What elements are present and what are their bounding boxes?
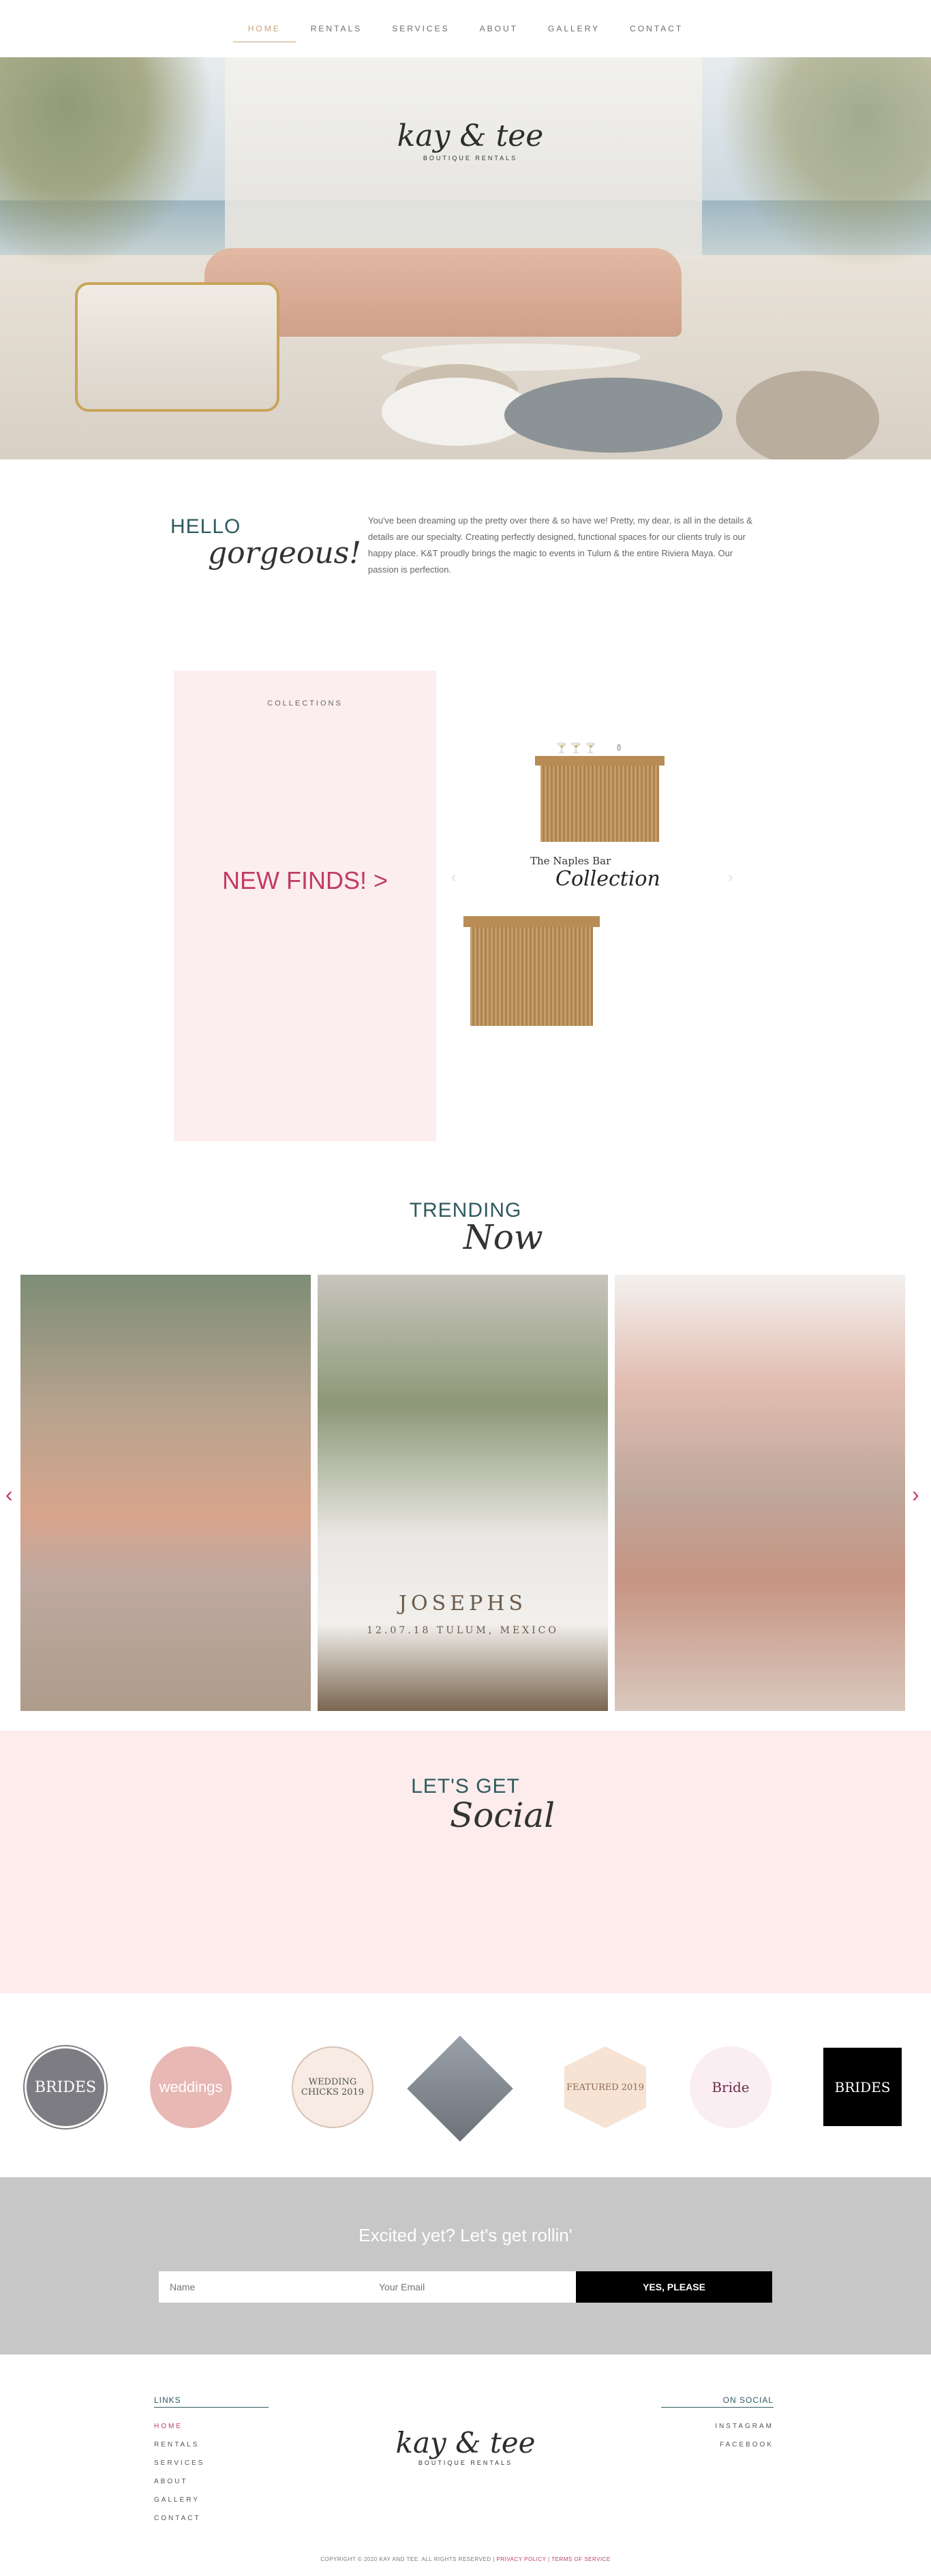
badge-text: BRIDES xyxy=(834,2078,891,2095)
intro-script: gorgeous! xyxy=(208,536,361,571)
trending-photo-lounge[interactable] xyxy=(20,1275,311,1711)
collection-item-script: Collection xyxy=(555,867,660,891)
trending-photo-glassware[interactable] xyxy=(615,1275,905,1711)
hero-logo-subtitle: BOUTIQUE RENTALS xyxy=(423,155,518,162)
chevron-left-icon[interactable]: ‹ xyxy=(5,1482,13,1507)
brides-badge: BRIDES xyxy=(25,2046,106,2128)
footer-link-contact[interactable]: CONTACT xyxy=(154,2515,204,2533)
footer-social-heading: ON SOCIAL xyxy=(661,2395,774,2408)
chevron-right-icon[interactable]: › xyxy=(728,868,733,886)
collections-section: COLLECTIONS NEW FINDS! > ‹ › 🍸 🍸 🍸 ⚱ The… xyxy=(0,650,931,1175)
new-finds-panel[interactable] xyxy=(174,671,436,1141)
chevron-left-icon[interactable]: ‹ xyxy=(451,868,456,886)
martha-stewart-weddings-badge: weddings xyxy=(150,2046,232,2128)
footer-logo-script: kay & tee xyxy=(395,2426,536,2459)
new-finds-link[interactable]: NEW FINDS! > xyxy=(174,866,436,895)
bar-top xyxy=(535,756,665,766)
bar-sign-text: JOSEPHS xyxy=(399,1592,527,1616)
facebook-link[interactable]: FACEBOOK xyxy=(661,2441,774,2459)
bamboo-bar-image[interactable] xyxy=(463,916,600,1039)
hero-logo-script: kay & tee xyxy=(397,119,544,153)
footer-link-gallery[interactable]: GALLERY xyxy=(154,2496,204,2515)
nav-about[interactable]: ABOUT xyxy=(465,16,533,42)
hero-palm-right xyxy=(706,57,931,282)
bar-body xyxy=(540,766,659,842)
nav-home[interactable]: HOME xyxy=(232,16,296,42)
hero-image: kay & tee BOUTIQUE RENTALS xyxy=(0,57,931,459)
intro-title: HELLO xyxy=(170,515,241,538)
bar-top xyxy=(463,916,600,927)
hero-pouf-grey xyxy=(504,378,722,453)
badge-text: FEATURED 2019 xyxy=(566,2082,644,2093)
chevron-right-icon[interactable]: › xyxy=(912,1482,919,1507)
intro-section: HELLO gorgeous! You've been dreaming up … xyxy=(0,459,931,650)
badge-text: Bride xyxy=(712,2079,750,2095)
footer-social-links: INSTAGRAM FACEBOOK xyxy=(661,2423,774,2459)
signup-heading: Excited yet? Let's get rollin' xyxy=(358,2225,573,2245)
footer-link-rentals[interactable]: RENTALS xyxy=(154,2441,204,2459)
trending-photo-bar[interactable]: JOSEPHS 12.07.18 TULUM, MEXICO xyxy=(318,1275,608,1711)
press-badges: BRIDES weddings WEDDING CHICKS 2019 FEAT… xyxy=(0,1993,931,2177)
social-title: LET'S GET xyxy=(411,1775,520,1798)
top-nav: HOME RENTALS SERVICES ABOUT GALLERY CONT… xyxy=(0,0,931,57)
featured-vendor-badge: FEATURED 2019 xyxy=(564,2046,646,2128)
footer-link-about[interactable]: ABOUT xyxy=(154,2478,204,2496)
nav-rentals[interactable]: RENTALS xyxy=(296,16,377,42)
social-script: Social xyxy=(450,1795,555,1835)
nav-gallery[interactable]: GALLERY xyxy=(533,16,615,42)
badge-text: weddings xyxy=(159,2078,223,2095)
hero-pouf-knit xyxy=(736,371,879,459)
badge-text: BRIDES xyxy=(34,2078,97,2096)
email-input[interactable] xyxy=(368,2271,609,2303)
hero-chair xyxy=(75,282,279,412)
newsletter-signup: Excited yet? Let's get rollin' YES, PLEA… xyxy=(0,2177,931,2354)
copyright-text: COPYRIGHT © 2020 KAY AND TEE. ALL RIGHTS… xyxy=(320,2556,497,2562)
footer-link-home[interactable]: HOME xyxy=(154,2423,204,2441)
glassware-icon: 🍸 🍸 🍸 ⚱ xyxy=(555,742,624,753)
footer: LINKS ON SOCIAL HOME RENTALS SERVICES AB… xyxy=(0,2354,931,2576)
bar-body xyxy=(470,927,593,1026)
name-input[interactable] xyxy=(159,2271,399,2303)
featured-on-brides-badge: BRIDES xyxy=(823,2048,902,2126)
badge-text: WEDDING CHICKS 2019 xyxy=(301,2077,365,2097)
footer-links: HOME RENTALS SERVICES ABOUT GALLERY CONT… xyxy=(154,2423,204,2533)
footer-logo[interactable]: kay & tee BOUTIQUE RENTALS xyxy=(341,2426,590,2466)
nav-contact[interactable]: CONTACT xyxy=(615,16,698,42)
hero-logo[interactable]: kay & tee BOUTIQUE RENTALS xyxy=(334,119,607,221)
copyright: COPYRIGHT © 2020 KAY AND TEE. ALL RIGHTS… xyxy=(0,2556,931,2562)
trending-script: Now xyxy=(463,1217,543,1257)
social-section: LET'S GET Social xyxy=(0,1731,931,1993)
instagram-link[interactable]: INSTAGRAM xyxy=(661,2423,774,2441)
terms-of-service-link[interactable]: TERMS OF SERVICE xyxy=(551,2556,611,2562)
privacy-policy-link[interactable]: PRIVACY POLICY xyxy=(497,2556,547,2562)
bar-sign-subtext: 12.07.18 TULUM, MEXICO xyxy=(367,1625,559,1636)
intro-text: You've been dreaming up the pretty over … xyxy=(368,515,752,575)
footer-links-heading: LINKS xyxy=(154,2395,269,2408)
nav-services[interactable]: SERVICES xyxy=(377,16,464,42)
naples-bar-image[interactable]: 🍸 🍸 🍸 ⚱ xyxy=(535,742,665,845)
hero-table xyxy=(382,344,641,371)
wedding-chicks-badge: WEDDING CHICKS 2019 xyxy=(292,2046,373,2128)
collections-label: COLLECTIONS xyxy=(267,699,343,708)
submit-button[interactable]: YES, PLEASE xyxy=(576,2271,772,2303)
footer-logo-subtitle: BOUTIQUE RENTALS xyxy=(418,2459,513,2466)
featured-in-bride-badge: Bride xyxy=(690,2046,772,2128)
footer-link-services[interactable]: SERVICES xyxy=(154,2459,204,2478)
hero-palm-left xyxy=(0,57,225,282)
vendor-diamond-badge xyxy=(407,2035,513,2142)
collection-item-title: The Naples Bar xyxy=(530,855,611,867)
trending-section: TRENDING Now JOSEPHS 12.07.18 TULUM, MEX… xyxy=(0,1175,931,1731)
